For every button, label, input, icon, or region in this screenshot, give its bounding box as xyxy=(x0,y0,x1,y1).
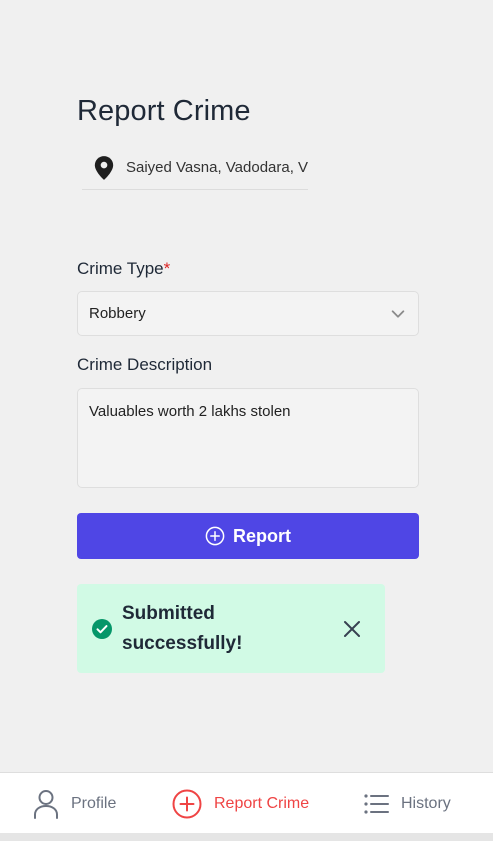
nav-bottom-bar xyxy=(0,833,493,841)
chevron-down-icon xyxy=(391,309,405,318)
nav-item-report-crime[interactable]: Report Crime xyxy=(172,773,309,834)
nav-item-profile[interactable]: Profile xyxy=(33,773,116,834)
crime-type-value: Robbery xyxy=(89,305,146,322)
nav-item-label: Report Crime xyxy=(214,794,310,812)
nav-item-history[interactable]: History xyxy=(363,773,451,834)
list-icon xyxy=(364,793,389,814)
nav-item-label: Profile xyxy=(71,794,117,812)
crime-type-select[interactable]: Robbery xyxy=(77,291,419,336)
plus-circle-icon xyxy=(172,789,202,818)
nav-item-label: History xyxy=(401,794,451,812)
report-crime-page: Report Crime Saiyed Vasna, Vadodara, V C… xyxy=(0,0,493,841)
toast-message: Submitted successfully! xyxy=(122,603,243,654)
plus-circle-icon xyxy=(205,526,225,546)
user-icon xyxy=(34,789,58,819)
close-icon[interactable] xyxy=(341,618,363,640)
success-toast: Submitted successfully! xyxy=(77,584,385,673)
crime-type-label: Crime Type* xyxy=(77,259,170,279)
map-pin-icon xyxy=(94,155,114,180)
required-marker: * xyxy=(163,259,171,278)
bottom-nav: Profile Report Crime History xyxy=(0,772,493,833)
location-display: Saiyed Vasna, Vadodara, V xyxy=(82,146,308,190)
report-button[interactable]: Report xyxy=(77,513,419,559)
location-text: Saiyed Vasna, Vadodara, V xyxy=(126,159,308,176)
page-title: Report Crime xyxy=(77,95,251,127)
check-circle-icon xyxy=(92,619,112,639)
crime-type-label-text: Crime Type xyxy=(77,259,164,278)
crime-description-label: Crime Description xyxy=(77,355,213,374)
crime-description-input[interactable]: Valuables worth 2 lakhs stolen xyxy=(77,388,419,488)
report-button-label: Report xyxy=(233,525,291,546)
